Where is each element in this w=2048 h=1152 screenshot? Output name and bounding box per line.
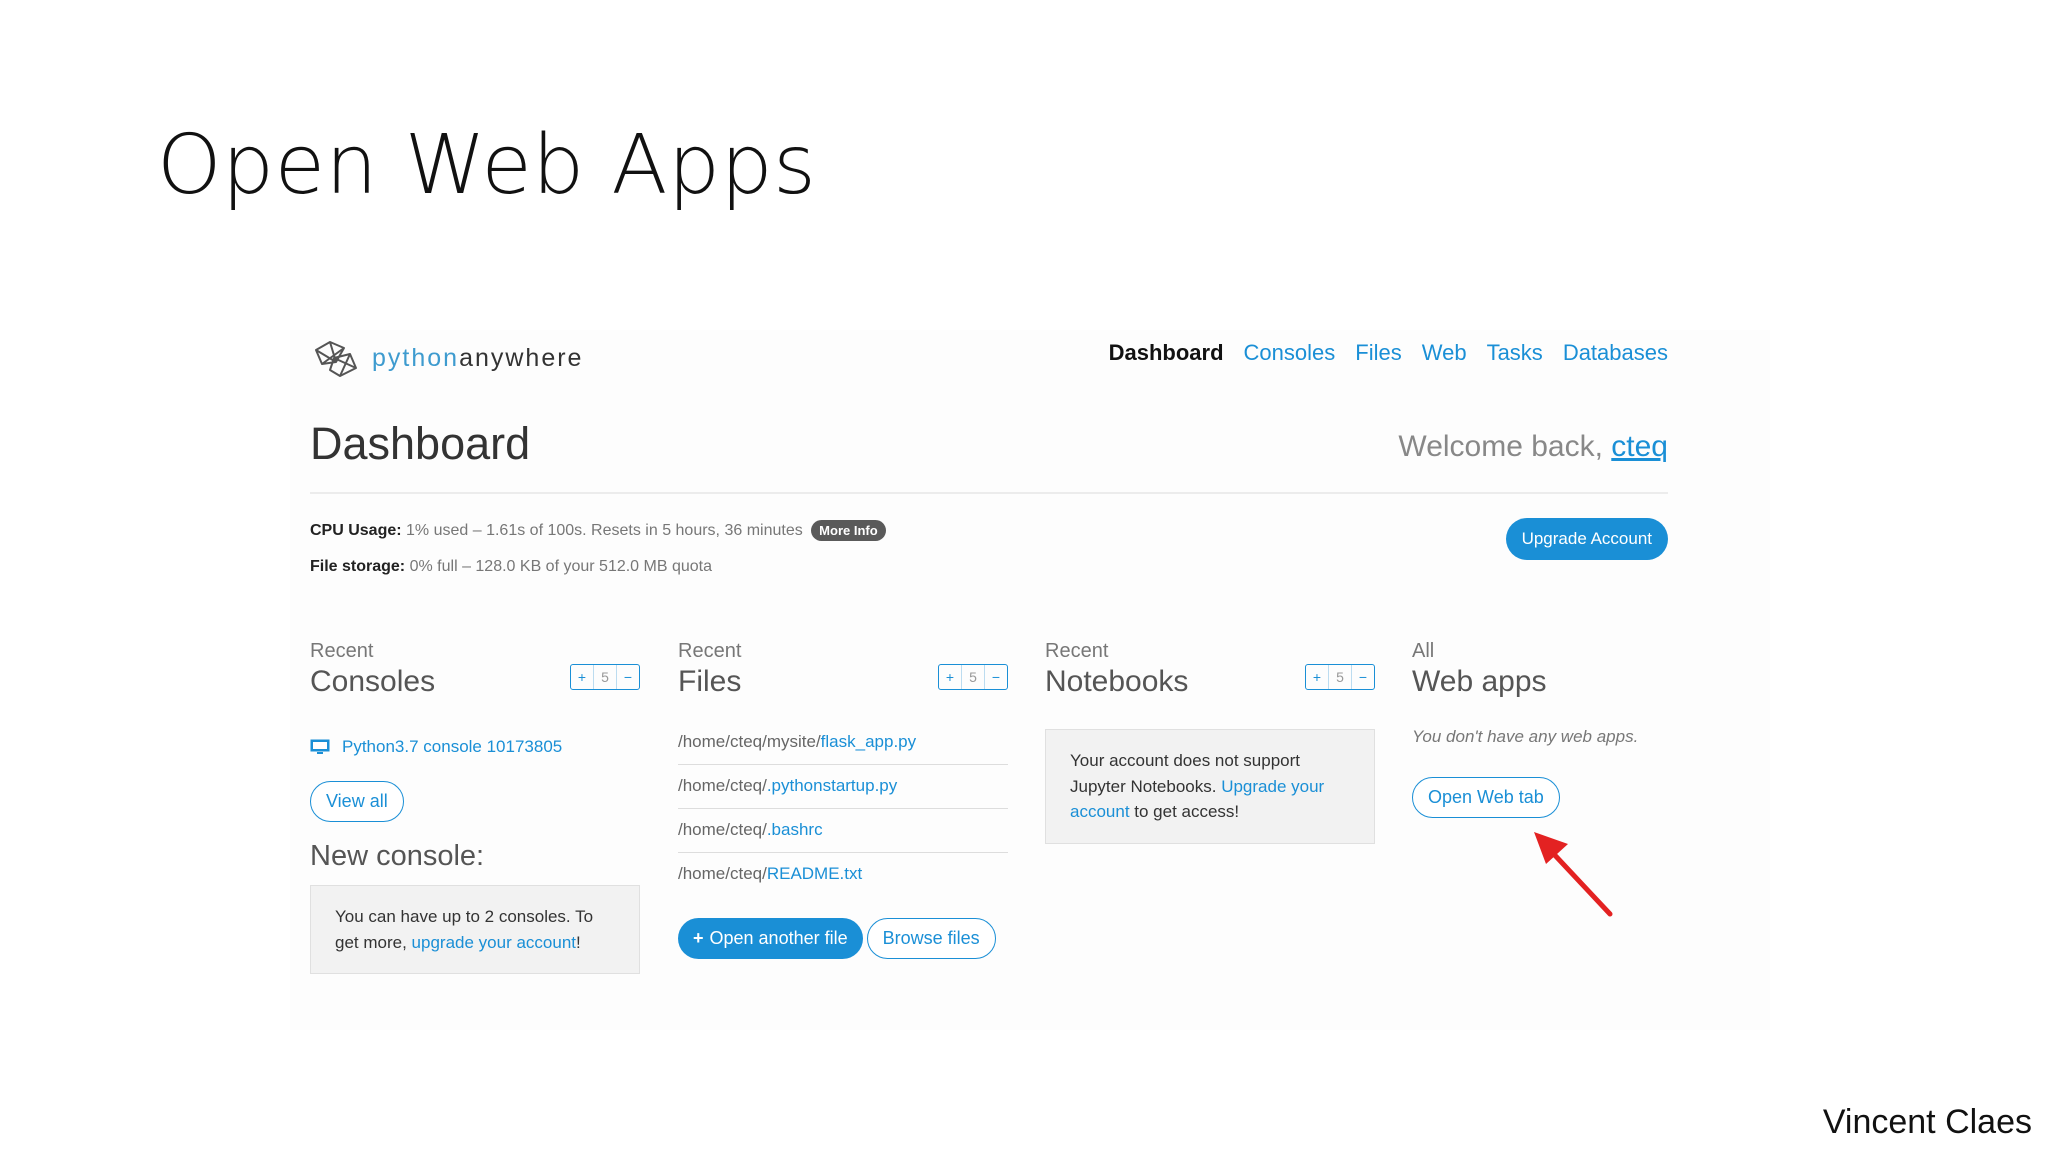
- file-dir: /home/cteq/: [678, 864, 767, 883]
- welcome-prefix: Welcome back,: [1398, 430, 1612, 463]
- plus-icon: +: [693, 928, 704, 948]
- browse-files-button[interactable]: Browse files: [866, 918, 996, 959]
- file-link[interactable]: .pythonstartup.py: [767, 776, 897, 795]
- consoles-count: 5: [593, 665, 617, 689]
- slide-title: Open Web Apps: [157, 118, 817, 213]
- console-list-item[interactable]: Python3.7 console 10173805: [310, 737, 640, 757]
- file-dir: /home/cteq/mysite/: [678, 732, 821, 751]
- main-nav: Dashboard Consoles Files Web Tasks Datab…: [1109, 340, 1668, 366]
- consoles-column: Recent Consoles + 5 − Python3.7 console …: [310, 640, 640, 974]
- open-another-file-button[interactable]: + Open another file: [678, 918, 863, 959]
- logo-text: pythonanywhere: [372, 344, 583, 373]
- console-link[interactable]: Python3.7 console 10173805: [342, 737, 562, 757]
- notebooks-count: 5: [1328, 665, 1352, 689]
- consoles-increase-button[interactable]: +: [571, 665, 593, 689]
- new-console-heading: New console:: [310, 840, 485, 872]
- nav-web[interactable]: Web: [1422, 340, 1467, 366]
- file-storage-text: 0% full – 128.0 KB of your 512.0 MB quot…: [409, 558, 713, 575]
- page-title: Dashboard: [310, 418, 531, 469]
- logo-text-python: python: [372, 343, 460, 372]
- red-arrow-annotation-icon: [1534, 832, 1613, 917]
- upgrade-account-link[interactable]: upgrade your account: [412, 933, 576, 952]
- logo[interactable]: pythonanywhere: [310, 336, 583, 380]
- file-row[interactable]: /home/cteq/.pythonstartup.py: [678, 765, 1008, 809]
- notebooks-count-stepper: + 5 −: [1305, 664, 1375, 690]
- webapps-column: All Web apps You don't have any web apps…: [1412, 640, 1672, 818]
- files-count: 5: [961, 665, 985, 689]
- file-link[interactable]: .bashrc: [767, 820, 823, 839]
- screenshot: pythonanywhere Dashboard Consoles Files …: [290, 330, 1770, 1030]
- open-web-tab-button[interactable]: Open Web tab: [1412, 777, 1560, 818]
- more-info-badge[interactable]: More Info: [811, 520, 886, 541]
- file-link[interactable]: flask_app.py: [821, 732, 916, 751]
- webapps-title: Web apps: [1412, 665, 1547, 698]
- notebooks-subtitle: Recent: [1045, 640, 1109, 662]
- file-link[interactable]: README.txt: [767, 864, 862, 883]
- webapps-subtitle: All: [1412, 640, 1435, 662]
- consoles-subtitle: Recent: [310, 640, 374, 662]
- file-dir: /home/cteq/: [678, 820, 767, 839]
- console-limit-note-suffix: !: [576, 932, 581, 952]
- files-column: Recent Files + 5 − /home/cteq/mysite/fla…: [678, 640, 1008, 959]
- notebooks-column: Recent Notebooks + 5 − Your account does…: [1045, 640, 1375, 844]
- file-storage-label: File storage:: [310, 558, 406, 575]
- notebooks-decrease-button[interactable]: −: [1352, 665, 1374, 689]
- header-divider: [310, 492, 1668, 494]
- consoles-decrease-button[interactable]: −: [617, 665, 639, 689]
- cpu-usage: CPU Usage: 1% used – 1.61s of 100s. Rese…: [310, 520, 886, 541]
- cpu-usage-label: CPU Usage:: [310, 522, 402, 539]
- nav-consoles[interactable]: Consoles: [1244, 340, 1336, 366]
- notebooks-note-suffix: to get access!: [1129, 802, 1240, 821]
- nav-databases[interactable]: Databases: [1563, 340, 1668, 366]
- upgrade-account-button[interactable]: Upgrade Account: [1505, 518, 1668, 560]
- consoles-count-stepper: + 5 −: [570, 664, 640, 690]
- file-dir: /home/cteq/: [678, 776, 767, 795]
- console-limit-note: You can have up to 2 consoles. To get mo…: [310, 885, 640, 974]
- notebooks-unsupported-note: Your account does not support Jupyter No…: [1045, 729, 1375, 844]
- pythonanywhere-logo-icon: [315, 341, 357, 377]
- file-row[interactable]: /home/cteq/.bashrc: [678, 809, 1008, 853]
- file-row[interactable]: /home/cteq/mysite/flask_app.py: [678, 721, 1008, 765]
- files-increase-button[interactable]: +: [939, 665, 961, 689]
- no-webapps-note: You don't have any web apps.: [1412, 727, 1639, 746]
- files-decrease-button[interactable]: −: [985, 665, 1007, 689]
- monitor-icon: [310, 739, 330, 754]
- nav-tasks[interactable]: Tasks: [1487, 340, 1543, 366]
- recent-files-list: /home/cteq/mysite/flask_app.py /home/cte…: [678, 721, 1008, 896]
- file-row[interactable]: /home/cteq/README.txt: [678, 853, 1008, 896]
- username-link[interactable]: cteq: [1611, 430, 1668, 463]
- cpu-usage-text: 1% used – 1.61s of 100s. Resets in 5 hou…: [406, 522, 803, 539]
- files-count-stepper: + 5 −: [938, 664, 1008, 690]
- author-name: Vincent Claes: [1822, 1103, 2032, 1141]
- file-storage: File storage: 0% full – 128.0 KB of your…: [310, 558, 712, 576]
- notebooks-increase-button[interactable]: +: [1306, 665, 1328, 689]
- open-another-file-label: Open another file: [709, 928, 848, 948]
- view-all-consoles-button[interactable]: View all: [310, 781, 404, 822]
- nav-dashboard[interactable]: Dashboard: [1109, 340, 1224, 366]
- welcome-message: Welcome back, cteq: [1398, 430, 1668, 464]
- logo-text-anywhere: anywhere: [459, 343, 584, 372]
- nav-files[interactable]: Files: [1355, 340, 1401, 366]
- files-subtitle: Recent: [678, 640, 742, 662]
